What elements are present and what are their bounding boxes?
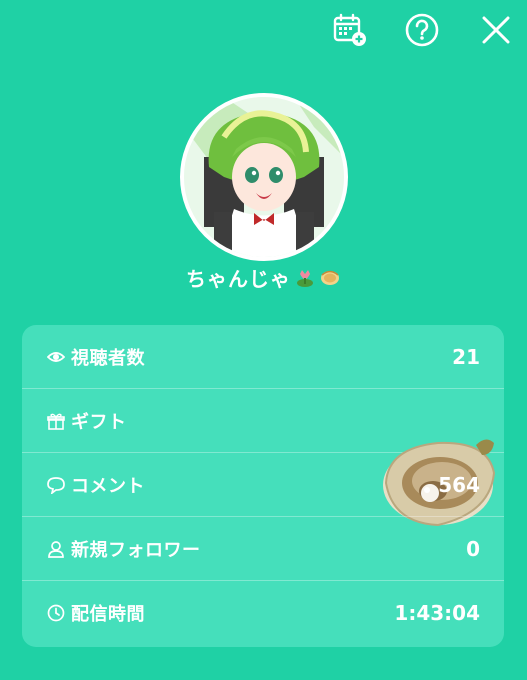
person-icon — [46, 539, 65, 558]
stat-label: 視聴者数 — [71, 347, 145, 369]
stat-label: 新規フォロワー — [71, 539, 201, 561]
stats-card: 視聴者数 21 ギフト コメント 564 新規フォロワー 0 配信時間 1:43… — [22, 325, 504, 647]
username: ちゃんじゃ — [186, 266, 291, 291]
stat-label: ギフト — [71, 411, 127, 433]
stat-row-viewers: 視聴者数 21 — [22, 325, 504, 389]
stat-value: 0 — [466, 536, 480, 561]
clock-icon — [46, 604, 65, 623]
eye-icon — [46, 347, 65, 366]
gift-icon — [46, 411, 65, 430]
header-bar — [0, 0, 527, 60]
help-circle-icon — [405, 13, 439, 47]
stat-row-stream-time: 配信時間 1:43:04 — [22, 581, 504, 645]
comment-icon — [46, 475, 65, 494]
calendar-button[interactable] — [330, 10, 370, 50]
stat-value: 1:43:04 — [394, 601, 480, 625]
stat-label: コメント — [71, 475, 145, 497]
avatar-image — [184, 97, 344, 257]
tulip-icon — [297, 270, 313, 287]
username-row: ちゃんじゃ — [0, 262, 527, 292]
avatar — [180, 93, 348, 261]
stat-value: 21 — [452, 344, 480, 369]
stat-value: 564 — [438, 472, 480, 497]
stat-label: 配信時間 — [71, 604, 145, 625]
help-button[interactable] — [402, 10, 442, 50]
oyster-icon — [321, 270, 339, 285]
close-button[interactable] — [476, 10, 516, 50]
stat-row-gifts: ギフト — [22, 389, 504, 527]
stat-row-new-followers: 新規フォロワー 0 — [22, 517, 504, 581]
calendar-plus-icon — [333, 13, 366, 46]
stat-row-comments: コメント 564 — [22, 453, 504, 517]
close-icon — [482, 16, 510, 44]
